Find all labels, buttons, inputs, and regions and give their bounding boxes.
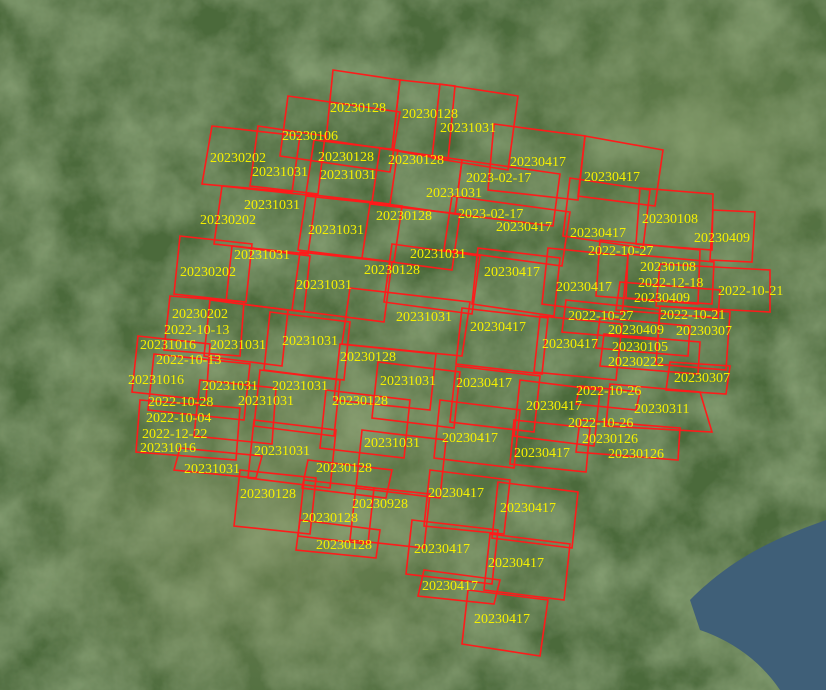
acquisition-date-label: 20230417 <box>488 556 544 571</box>
acquisition-date-label: 2022-10-26 <box>576 384 641 399</box>
acquisition-date-label: 20231031 <box>380 374 436 389</box>
acquisition-date-label: 20231031 <box>244 198 300 213</box>
acquisition-date-label: 2022-10-13 <box>164 323 229 338</box>
map-view[interactable]: 20230128 20230128 20231031 20230106 20230202… <box>0 0 826 690</box>
acquisition-date-label: 20231031 <box>234 248 290 263</box>
acquisition-date-label: 20230128 <box>240 487 296 502</box>
acquisition-date-label: 20230202 <box>200 213 256 228</box>
acquisition-date-label: 20231031 <box>364 436 420 451</box>
acquisition-date-label: 20230106 <box>282 129 338 144</box>
acquisition-date-label: 20230409 <box>608 323 664 338</box>
acquisition-date-label: 20230202 <box>172 307 228 322</box>
acquisition-date-label: 20231031 <box>202 379 258 394</box>
acquisition-date-label: 20230128 <box>402 107 458 122</box>
acquisition-date-label: 20230417 <box>542 337 598 352</box>
acquisition-date-label: 20231031 <box>282 334 338 349</box>
acquisition-date-label: 20230202 <box>210 151 266 166</box>
acquisition-date-label: 20231031 <box>320 168 376 183</box>
acquisition-date-label: 20230417 <box>470 320 526 335</box>
acquisition-date-label: 20230307 <box>676 324 732 339</box>
acquisition-date-label: 2022-10-21 <box>718 284 783 299</box>
acquisition-date-label: 20230202 <box>180 265 236 280</box>
acquisition-date-label: 20231031 <box>184 462 240 477</box>
acquisition-date-label: 20230417 <box>442 431 498 446</box>
acquisition-date-label: 20230417 <box>474 612 530 627</box>
acquisition-date-label: 20231031 <box>308 223 364 238</box>
acquisition-date-label: 20231031 <box>272 379 328 394</box>
acquisition-date-label: 20230417 <box>526 399 582 414</box>
acquisition-date-label: 20230928 <box>352 497 408 512</box>
acquisition-date-label: 2022-10-13 <box>156 353 221 368</box>
acquisition-date-label: 20230126 <box>608 447 664 462</box>
acquisition-date-label: 20231031 <box>440 121 496 136</box>
acquisition-date-label: 2022-12-22 <box>142 427 207 442</box>
acquisition-date-label: 20230417 <box>556 280 612 295</box>
acquisition-date-label: 20230128 <box>318 150 374 165</box>
acquisition-date-label: 20230128 <box>316 538 372 553</box>
acquisition-date-label: 20231016 <box>128 373 184 388</box>
acquisition-date-label: 20230417 <box>584 170 640 185</box>
acquisition-date-label: 20230417 <box>484 265 540 280</box>
acquisition-date-label: 20230105 <box>612 340 668 355</box>
acquisition-date-label: 20231031 <box>410 247 466 262</box>
acquisition-date-label: 20230128 <box>376 209 432 224</box>
acquisition-date-label: 20230409 <box>694 231 750 246</box>
date-label-layer: 20230128 20230128202310312023010620230202… <box>128 101 783 627</box>
acquisition-date-label: 20230417 <box>510 155 566 170</box>
acquisition-date-label: 20230417 <box>514 446 570 461</box>
acquisition-date-label: 2022-12-18 <box>638 276 703 291</box>
acquisition-date-label: 20230128 <box>332 394 388 409</box>
acquisition-date-label: 20230128 <box>388 153 444 168</box>
acquisition-date-label: 20231031 <box>210 338 266 353</box>
acquisition-date-label: 2022-10-28 <box>148 395 213 410</box>
acquisition-date-label: 20230417 <box>500 501 556 516</box>
acquisition-date-label: 20230417 <box>422 579 478 594</box>
acquisition-date-label: 2023-02-17 <box>466 171 531 186</box>
acquisition-date-label: 20230128 <box>340 350 396 365</box>
acquisition-date-label: 20230417 <box>456 376 512 391</box>
acquisition-date-label: 20230108 <box>640 260 696 275</box>
acquisition-date-label: 20230307 <box>674 371 730 386</box>
acquisition-date-label: 20231031 <box>426 186 482 201</box>
acquisition-date-label: 20231031 <box>252 165 308 180</box>
acquisition-date-label: 2022-10-27 <box>568 309 633 324</box>
acquisition-date-label: 2022-10-27 <box>588 244 653 259</box>
acquisition-date-label: 20231031 <box>254 444 310 459</box>
acquisition-date-label: 20231031 <box>238 394 294 409</box>
acquisition-date-label: 2022-10-21 <box>660 308 725 323</box>
acquisition-date-label: 20230128 <box>364 263 420 278</box>
acquisition-date-label: 20231016 <box>140 338 196 353</box>
acquisition-date-label: 20230222 <box>608 355 664 370</box>
acquisition-date-label: 20230108 <box>642 212 698 227</box>
acquisition-date-label: 20230409 <box>634 291 690 306</box>
acquisition-date-label: 20230417 <box>496 220 552 235</box>
acquisition-date-label: 20230128 <box>316 461 372 476</box>
acquisition-date-label: 2022-10-26 <box>568 416 633 431</box>
acquisition-date-label: 20230417 <box>570 226 626 241</box>
acquisition-date-label: 20230128 <box>302 511 358 526</box>
acquisition-date-label: 20231031 <box>296 278 352 293</box>
acquisition-date-label: 20230126 <box>582 432 638 447</box>
acquisition-date-label: 20230417 <box>428 486 484 501</box>
acquisition-date-label: 20230311 <box>634 402 689 417</box>
acquisition-date-label: 20231031 <box>396 310 452 325</box>
acquisition-date-label: 20230417 <box>414 542 470 557</box>
acquisition-date-label: 20231016 <box>140 441 196 456</box>
acquisition-date-label: 2022-10-04 <box>146 411 211 426</box>
acquisition-date-label: 20230128 <box>330 101 386 116</box>
